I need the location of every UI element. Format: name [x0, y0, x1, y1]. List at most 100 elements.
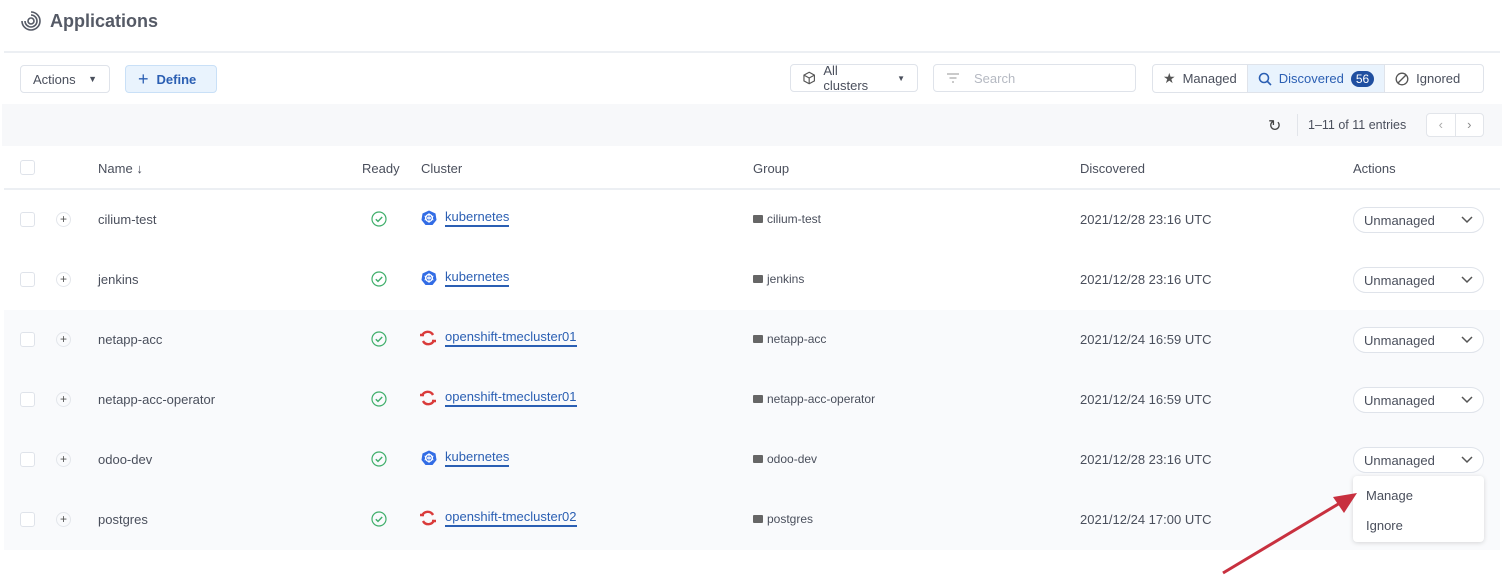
kubernetes-icon — [421, 450, 437, 465]
plus-icon: + — [138, 68, 149, 89]
management-state-dropdown[interactable]: Unmanaged — [1353, 387, 1484, 413]
row-checkbox[interactable] — [20, 272, 35, 287]
chevron-down-icon — [1461, 216, 1473, 224]
group-name: cilium-test — [767, 212, 822, 226]
prev-page-button[interactable]: ‹ — [1427, 114, 1456, 136]
chevron-down-icon — [1461, 276, 1473, 284]
actions-button[interactable]: Actions ▼ — [20, 65, 110, 93]
define-button[interactable]: + Define — [125, 65, 217, 93]
column-header-discovered: Discovered — [1080, 161, 1146, 176]
caret-down-icon: ▼ — [88, 74, 97, 84]
count-badge: 56 — [1350, 70, 1375, 87]
table-row: + cilium-test kubernetes cilium-test 202… — [4, 190, 1500, 250]
management-state-dropdown[interactable]: Unmanaged — [1353, 267, 1484, 293]
row-checkbox[interactable] — [20, 452, 35, 467]
state-label: Unmanaged — [1364, 332, 1435, 348]
app-name: jenkins — [98, 272, 139, 287]
openshift-icon — [420, 390, 436, 406]
openshift-icon — [420, 510, 436, 526]
folder-icon — [753, 515, 763, 523]
management-state-dropdown[interactable]: Unmanaged — [1353, 447, 1484, 473]
row-checkbox[interactable] — [20, 512, 35, 527]
kubernetes-icon — [421, 270, 437, 285]
cluster-link[interactable]: kubernetes — [445, 449, 510, 467]
discovered-date: 2021/12/28 23:16 UTC — [1080, 212, 1212, 227]
ready-check-icon — [371, 331, 387, 347]
annotation-arrow — [1222, 493, 1357, 575]
define-label: Define — [156, 71, 197, 87]
ready-check-icon — [371, 511, 387, 527]
tab-managed[interactable]: ★ Managed — [1153, 65, 1247, 92]
tab-label: Ignored — [1416, 71, 1461, 86]
discovered-date: 2021/12/24 16:59 UTC — [1080, 332, 1212, 347]
actions-label: Actions — [33, 71, 76, 87]
column-header-group: Group — [753, 161, 790, 176]
menu-item-ignore[interactable]: Ignore — [1366, 518, 1403, 533]
folder-icon — [753, 335, 763, 343]
expand-icon[interactable]: + — [56, 272, 71, 287]
group-name: postgres — [767, 512, 814, 526]
table-row: + netapp-acc openshift-tmecluster01 neta… — [4, 310, 1500, 370]
folder-icon — [753, 215, 763, 223]
page-header: Applications — [20, 10, 158, 32]
ready-check-icon — [371, 271, 387, 287]
chevron-down-icon — [1461, 456, 1473, 464]
cluster-link[interactable]: openshift-tmecluster02 — [445, 509, 577, 527]
search-input[interactable]: Search — [933, 64, 1136, 92]
column-header-name[interactable]: Name ↓ — [98, 161, 143, 176]
cluster-link[interactable]: kubernetes — [445, 269, 510, 287]
state-label: Unmanaged — [1364, 212, 1435, 228]
cluster-link-text: openshift-tmecluster01 — [445, 329, 577, 347]
header-label: Name — [98, 161, 133, 176]
kubernetes-icon — [421, 210, 437, 225]
expand-icon[interactable]: + — [56, 452, 71, 467]
expand-icon[interactable]: + — [56, 512, 71, 527]
select-all-checkbox[interactable] — [20, 160, 35, 175]
row-checkbox[interactable] — [20, 212, 35, 227]
chevron-down-icon — [1461, 336, 1473, 344]
expand-icon[interactable]: + — [56, 332, 71, 347]
row-checkbox[interactable] — [20, 332, 35, 347]
ban-icon — [1395, 72, 1409, 85]
star-icon: ★ — [1163, 70, 1176, 86]
discovered-date: 2021/12/28 23:16 UTC — [1080, 272, 1212, 287]
menu-item-manage[interactable]: Manage — [1366, 488, 1413, 503]
cluster-link-text: kubernetes — [445, 209, 510, 227]
page-title: Applications — [50, 10, 159, 31]
folder-icon — [753, 455, 763, 463]
group-name: netapp-acc — [767, 332, 827, 346]
app-name: postgres — [98, 512, 148, 527]
expand-icon[interactable]: + — [56, 392, 71, 407]
cluster-link-text: openshift-tmecluster01 — [445, 389, 577, 407]
filter-icon — [947, 73, 959, 83]
ready-check-icon — [371, 211, 387, 227]
cluster-link-text: kubernetes — [445, 449, 510, 467]
group-name: odoo-dev — [767, 452, 818, 466]
search-placeholder: Search — [974, 70, 1016, 86]
discovered-date: 2021/12/24 17:00 UTC — [1080, 512, 1212, 527]
openshift-icon — [420, 330, 436, 346]
expand-icon[interactable]: + — [56, 212, 71, 227]
management-state-dropdown[interactable]: Unmanaged — [1353, 327, 1484, 353]
next-page-button[interactable]: › — [1456, 114, 1484, 136]
group-name: jenkins — [767, 272, 805, 286]
cluster-link[interactable]: openshift-tmecluster01 — [445, 329, 577, 347]
app-name: cilium-test — [98, 212, 157, 227]
discovered-date: 2021/12/24 16:59 UTC — [1080, 392, 1212, 407]
chevron-down-icon — [1461, 396, 1473, 404]
tab-label: Discovered — [1278, 71, 1344, 86]
cluster-link[interactable]: kubernetes — [445, 209, 510, 227]
caret-down-icon: ▼ — [897, 73, 905, 83]
cluster-filter-dropdown[interactable]: All clusters ▼ — [790, 63, 918, 93]
tab-discovered[interactable]: Discovered 56 — [1246, 65, 1386, 92]
cluster-link[interactable]: openshift-tmecluster01 — [445, 389, 577, 407]
row-checkbox[interactable] — [20, 392, 35, 407]
tab-ignored[interactable]: Ignored — [1385, 65, 1470, 92]
divider — [1297, 114, 1298, 136]
management-state-dropdown[interactable]: Unmanaged — [1353, 207, 1484, 233]
sort-down-icon: ↓ — [136, 161, 143, 176]
action-dropdown-menu: Manage Ignore — [1353, 476, 1484, 542]
refresh-icon[interactable]: ↻ — [1268, 116, 1281, 136]
ready-check-icon — [371, 451, 387, 467]
table-row: + jenkins kubernetes jenkins 2021/12/28 … — [4, 250, 1500, 310]
